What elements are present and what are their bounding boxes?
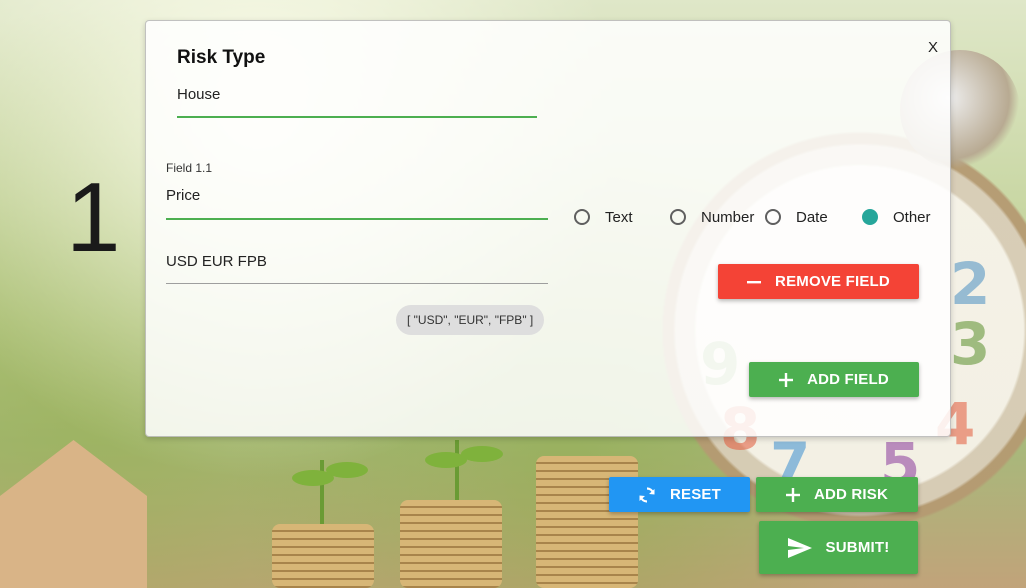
field-options-input[interactable]: USD EUR FPB [166, 253, 548, 284]
radio-circle-icon [765, 209, 781, 225]
radio-date[interactable]: Date [765, 206, 828, 228]
field-name-input[interactable]: Price [166, 187, 548, 220]
radio-label: Number [701, 208, 755, 226]
remove-field-button[interactable]: REMOVE FIELD [718, 264, 919, 299]
refresh-icon [638, 486, 656, 504]
field-name-value: Price [166, 187, 201, 204]
radio-label: Other [893, 208, 931, 226]
risk-type-value: House [177, 86, 221, 103]
add-risk-button[interactable]: ADD RISK [756, 477, 918, 512]
risk-type-card: X Risk Type House Field 1.1 Price USD EU… [145, 20, 951, 437]
field-options-value: USD EUR FPB [166, 253, 267, 270]
background-coin-stack [272, 524, 374, 588]
field-label: Field 1.1 [166, 161, 213, 175]
add-field-label: ADD FIELD [807, 371, 889, 388]
card-title: Risk Type [177, 47, 266, 68]
submit-button[interactable]: SUBMIT! [759, 521, 918, 574]
radio-text[interactable]: Text [574, 206, 633, 228]
background-clock-digit: 2 [950, 250, 991, 318]
radio-circle-icon [574, 209, 590, 225]
background-leaf [326, 462, 368, 478]
risk-type-input[interactable]: House [177, 86, 537, 118]
close-button[interactable]: X [928, 39, 938, 56]
background-leaf [461, 446, 503, 462]
radio-circle-icon [670, 209, 686, 225]
background-coin-stack [400, 500, 502, 588]
minus-icon [747, 275, 762, 289]
submit-label: SUBMIT! [825, 539, 890, 556]
background-clock-digit: 3 [950, 310, 991, 378]
radio-label: Text [605, 208, 633, 226]
options-chip: [ "USD", "EUR", "FPB" ] [396, 305, 545, 335]
background-sprout [455, 440, 459, 500]
radio-label: Date [796, 208, 828, 226]
radio-other[interactable]: Other [862, 206, 931, 228]
radio-number[interactable]: Number [670, 206, 754, 228]
plus-icon [779, 372, 794, 387]
add-field-button[interactable]: ADD FIELD [749, 362, 919, 397]
send-icon [787, 537, 812, 558]
plus-icon [785, 487, 800, 502]
reset-label: RESET [669, 486, 721, 503]
background-coin-stack [536, 456, 638, 588]
remove-field-label: REMOVE FIELD [775, 273, 890, 290]
risk-index-number: 1 [66, 162, 121, 272]
add-risk-label: ADD RISK [813, 486, 889, 503]
reset-button[interactable]: RESET [609, 477, 750, 512]
radio-checked-icon [862, 209, 878, 225]
